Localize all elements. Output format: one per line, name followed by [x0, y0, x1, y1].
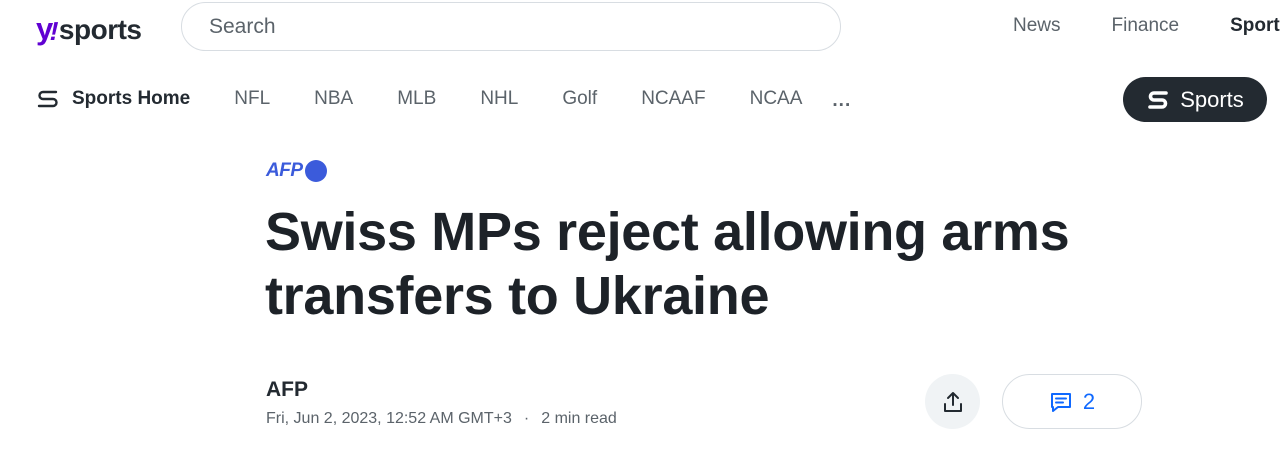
- search-bar[interactable]: [181, 2, 841, 51]
- sub-nav-nba[interactable]: NBA: [314, 88, 353, 110]
- sub-nav-golf[interactable]: Golf: [562, 88, 597, 110]
- share-icon: [943, 391, 962, 412]
- sub-nav-nhl[interactable]: NHL: [480, 88, 518, 110]
- meta-separator: ·: [523, 410, 530, 427]
- sports-home-link[interactable]: Sports Home: [36, 88, 190, 110]
- yahoo-sports-logo[interactable]: y! sports: [36, 10, 142, 46]
- afp-source-logo[interactable]: AFP: [266, 160, 327, 182]
- sports-sub-nav: Sports Home NFL NBA MLB NHL Golf NCAAF N…: [36, 88, 851, 112]
- top-nav: News Finance Sports: [1013, 15, 1280, 37]
- sports-home-label: Sports Home: [72, 88, 191, 109]
- top-nav-finance[interactable]: Finance: [1112, 15, 1180, 37]
- article-date: Fri, Jun 2, 2023, 12:52 AM GMT+3: [266, 410, 512, 427]
- logo-word: sports: [58, 14, 142, 45]
- comments-button[interactable]: 2: [1002, 374, 1142, 429]
- sub-nav-nfl[interactable]: NFL: [234, 88, 270, 110]
- top-nav-sports[interactable]: Sports: [1230, 15, 1280, 37]
- sports-app-button[interactable]: Sports: [1123, 77, 1267, 122]
- read-time: 2 min read: [541, 410, 617, 427]
- top-nav-news[interactable]: News: [1013, 15, 1061, 37]
- article-author: AFP: [266, 378, 308, 401]
- sub-nav-ncaa[interactable]: NCAA: [750, 88, 803, 110]
- more-menu-button[interactable]: ...: [832, 90, 851, 112]
- article-title: Swiss MPs reject allowing arms transfers…: [265, 202, 1070, 326]
- afp-logo-text: AFP: [266, 160, 303, 181]
- article-meta: Fri, Jun 2, 2023, 12:52 AM GMT+3 · 2 min r…: [266, 410, 617, 428]
- sports-button-label: Sports: [1180, 86, 1244, 112]
- sports-s-icon: [1148, 90, 1169, 109]
- sub-nav-mlb[interactable]: MLB: [397, 88, 436, 110]
- afp-logo-dot: [304, 160, 327, 182]
- comment-count: 2: [1082, 388, 1096, 414]
- share-button[interactable]: [925, 374, 980, 429]
- search-input[interactable]: [209, 14, 840, 39]
- sub-nav-ncaaf[interactable]: NCAAF: [641, 88, 705, 110]
- sports-s-icon: [37, 90, 58, 108]
- comment-icon: [1050, 392, 1071, 412]
